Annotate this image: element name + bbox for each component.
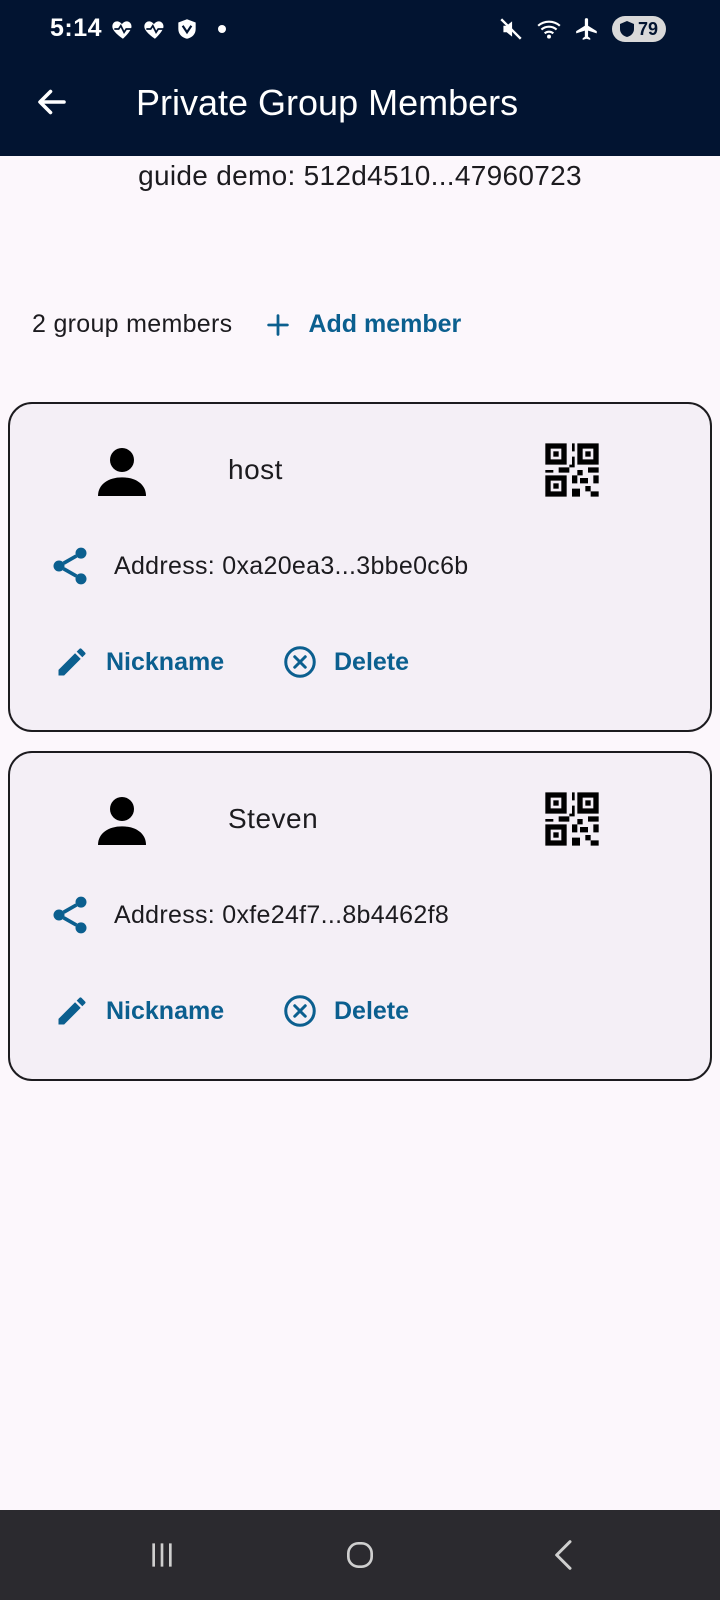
mute-icon: [500, 18, 522, 40]
home-icon: [347, 1542, 373, 1568]
back-arrow-icon: [38, 89, 66, 115]
member-name: Steven: [228, 803, 319, 834]
heart-pulse-icon: [112, 21, 132, 39]
members-count: 2 group members: [32, 310, 233, 338]
member-address: Address: 0xa20ea3...3bbe0c6b: [114, 552, 469, 580]
close-circle-icon: [284, 995, 316, 1027]
nickname-button[interactable]: Nickname: [54, 644, 224, 680]
status-notification-icons: [110, 16, 226, 42]
group-id-label: guide demo: 512d4510...47960723: [138, 160, 582, 191]
nav-back-icon: [555, 1540, 572, 1570]
delete-label: Delete: [334, 996, 410, 1025]
member-card: Steven Address: 0xfe24f7...8b4462f8 Nick…: [8, 751, 712, 1081]
nickname-label: Nickname: [106, 996, 225, 1025]
back-button[interactable]: [30, 80, 74, 124]
person-icon: [98, 797, 146, 845]
airplane-icon: [576, 18, 597, 40]
delete-button[interactable]: Delete: [282, 644, 409, 680]
share-icon[interactable]: [48, 893, 92, 937]
nav-back-button[interactable]: [542, 1532, 588, 1578]
qr-code-icon[interactable]: [540, 438, 604, 502]
battery-indicator: 79: [611, 16, 666, 42]
members-summary-row: 2 group members Add member: [32, 310, 461, 339]
status-system-icons: 79: [498, 16, 666, 42]
delete-label: Delete: [334, 647, 410, 676]
nickname-label: Nickname: [106, 647, 225, 676]
recent-apps-icon: [152, 1543, 172, 1567]
member-address: Address: 0xfe24f7...8b4462f8: [114, 901, 450, 929]
page-title: Private Group Members: [136, 82, 519, 123]
system-nav-bar: [0, 1510, 720, 1600]
pencil-icon: [58, 997, 86, 1025]
recent-apps-button[interactable]: [139, 1532, 185, 1578]
delete-button[interactable]: Delete: [282, 993, 409, 1029]
battery-level: 79: [637, 18, 658, 39]
home-button[interactable]: [337, 1532, 383, 1578]
status-bar: 5:14 79: [0, 0, 720, 62]
status-time: 5:14: [50, 14, 103, 42]
notification-dot: [218, 25, 226, 33]
member-name: host: [228, 454, 283, 485]
share-icon[interactable]: [48, 544, 92, 588]
nickname-button[interactable]: Nickname: [54, 993, 224, 1029]
shield-check-icon: [178, 19, 196, 39]
battery-shield-icon: [619, 21, 634, 37]
wifi-icon: [537, 20, 561, 39]
heart-pulse-icon: [144, 21, 164, 39]
app-bar: 5:14 79 Private Group Members: [0, 0, 720, 156]
add-member-label: Add member: [308, 310, 462, 338]
member-card: host Address: 0xa20ea3...3bbe0c6b Nickna…: [8, 402, 712, 732]
add-member-button[interactable]: Add member: [264, 310, 461, 339]
person-icon: [98, 448, 146, 496]
pencil-icon: [58, 648, 86, 676]
close-circle-icon: [284, 646, 316, 678]
qr-code-icon[interactable]: [540, 787, 604, 851]
plus-icon: [267, 313, 290, 336]
